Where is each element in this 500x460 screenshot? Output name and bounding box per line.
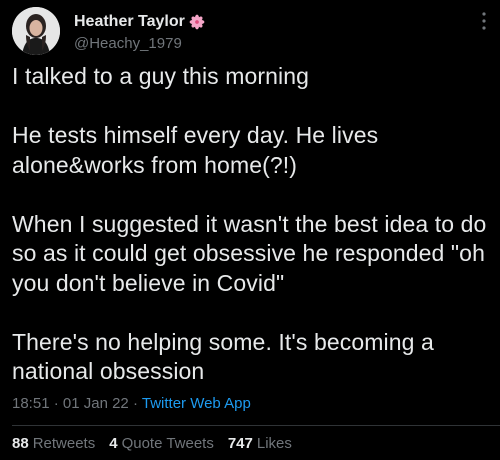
tweet-paragraph: I talked to a guy this morning xyxy=(12,63,310,89)
likes-count: 747 xyxy=(227,435,253,452)
quote-tweets-label: Quote Tweets xyxy=(121,435,214,452)
name-row: Heather Taylor xyxy=(74,11,205,33)
tweet-body: I talked to a guy this morning He tests … xyxy=(12,62,494,387)
tweet-header: Heather Taylor @Heachy_1979 xyxy=(74,11,205,52)
retweets-stat[interactable]: 88 Retweets xyxy=(12,435,95,452)
tweet-source-link[interactable]: Twitter Web App xyxy=(142,395,251,412)
likes-label: Likes xyxy=(256,435,292,452)
divider xyxy=(12,425,500,426)
tweet-paragraph: He tests himself every day. He lives alo… xyxy=(12,122,379,178)
meta-separator: · xyxy=(53,395,63,412)
tweet-stats: 88 Retweets 4 Quote Tweets 747 Likes xyxy=(12,435,306,452)
avatar-image xyxy=(12,7,60,55)
tweet-paragraph: When I suggested it wasn't the best idea… xyxy=(12,210,487,296)
quote-tweets-stat[interactable]: 4 Quote Tweets xyxy=(109,435,214,452)
author-display-name[interactable]: Heather Taylor xyxy=(74,13,185,31)
pink-flower-icon xyxy=(189,14,205,30)
avatar[interactable] xyxy=(12,7,60,55)
retweets-count: 88 xyxy=(12,435,29,452)
retweets-label: Retweets xyxy=(32,435,96,452)
meta-separator: · xyxy=(132,395,142,412)
tweet-time[interactable]: 18:51 xyxy=(12,395,50,412)
tweet-paragraph: There's no helping some. It's becoming a… xyxy=(12,328,434,385)
tweet-date[interactable]: 01 Jan 22 xyxy=(63,395,129,412)
tweet-meta: 18:51 · 01 Jan 22 · Twitter Web App xyxy=(12,395,251,412)
quote-tweets-count: 4 xyxy=(109,435,118,452)
author-handle[interactable]: @Heachy_1979 xyxy=(74,35,205,52)
more-options-icon[interactable] xyxy=(482,12,486,30)
likes-stat[interactable]: 747 Likes xyxy=(228,435,292,452)
